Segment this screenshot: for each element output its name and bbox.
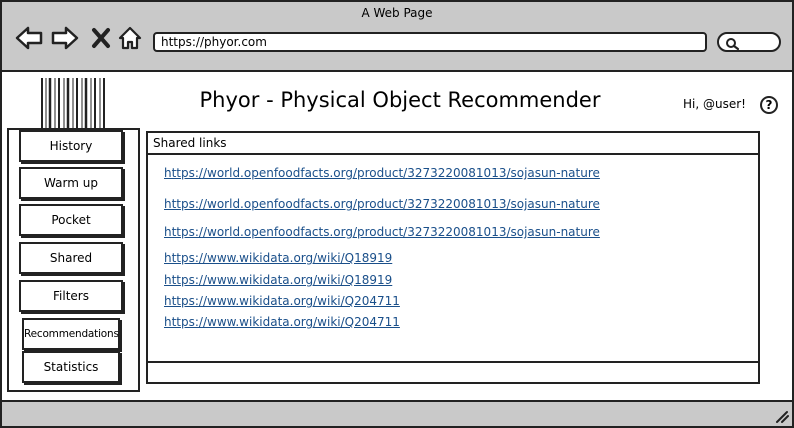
help-icon[interactable]: ? [760, 96, 778, 114]
status-bar [0, 400, 794, 428]
panel-footer [146, 361, 760, 384]
home-icon[interactable] [117, 24, 145, 52]
sidebar-item-warm-up[interactable]: Warm up [19, 167, 123, 199]
sidebar-item-history[interactable]: History [19, 130, 123, 162]
sidebar-item-recommendations[interactable]: Recommendations [22, 318, 120, 350]
sidebar-item-statistics[interactable]: Statistics [22, 351, 120, 383]
shared-link[interactable]: https://world.openfoodfacts.org/product/… [164, 166, 600, 180]
sidebar-item-shared[interactable]: Shared [19, 242, 123, 274]
shared-link[interactable]: https://www.wikidata.org/wiki/Q204711 [164, 294, 400, 308]
shared-link[interactable]: https://world.openfoodfacts.org/product/… [164, 225, 600, 239]
user-greeting[interactable]: Hi, @user! [683, 97, 746, 111]
window-title: A Web Page [361, 6, 433, 20]
shared-link[interactable]: https://www.wikidata.org/wiki/Q18919 [164, 273, 392, 287]
browser-search-box[interactable] [717, 32, 781, 52]
search-icon [725, 36, 741, 55]
address-bar[interactable]: https://phyor.com [153, 32, 707, 52]
sidebar-item-filters[interactable]: Filters [19, 280, 123, 312]
logo-barcode [40, 78, 106, 128]
resize-grip-icon[interactable] [774, 408, 790, 427]
page-title: Phyor - Physical Object Recommender [199, 88, 601, 112]
forward-arrow-icon[interactable] [50, 24, 79, 52]
shared-link[interactable]: https://www.wikidata.org/wiki/Q204711 [164, 315, 400, 329]
shared-link[interactable]: https://www.wikidata.org/wiki/Q18919 [164, 251, 392, 265]
panel-title: Shared links [146, 131, 760, 155]
sidebar-item-pocket[interactable]: Pocket [19, 204, 123, 236]
shared-link[interactable]: https://world.openfoodfacts.org/product/… [164, 197, 600, 211]
back-arrow-icon[interactable] [14, 24, 43, 52]
close-x-icon[interactable] [90, 24, 112, 52]
